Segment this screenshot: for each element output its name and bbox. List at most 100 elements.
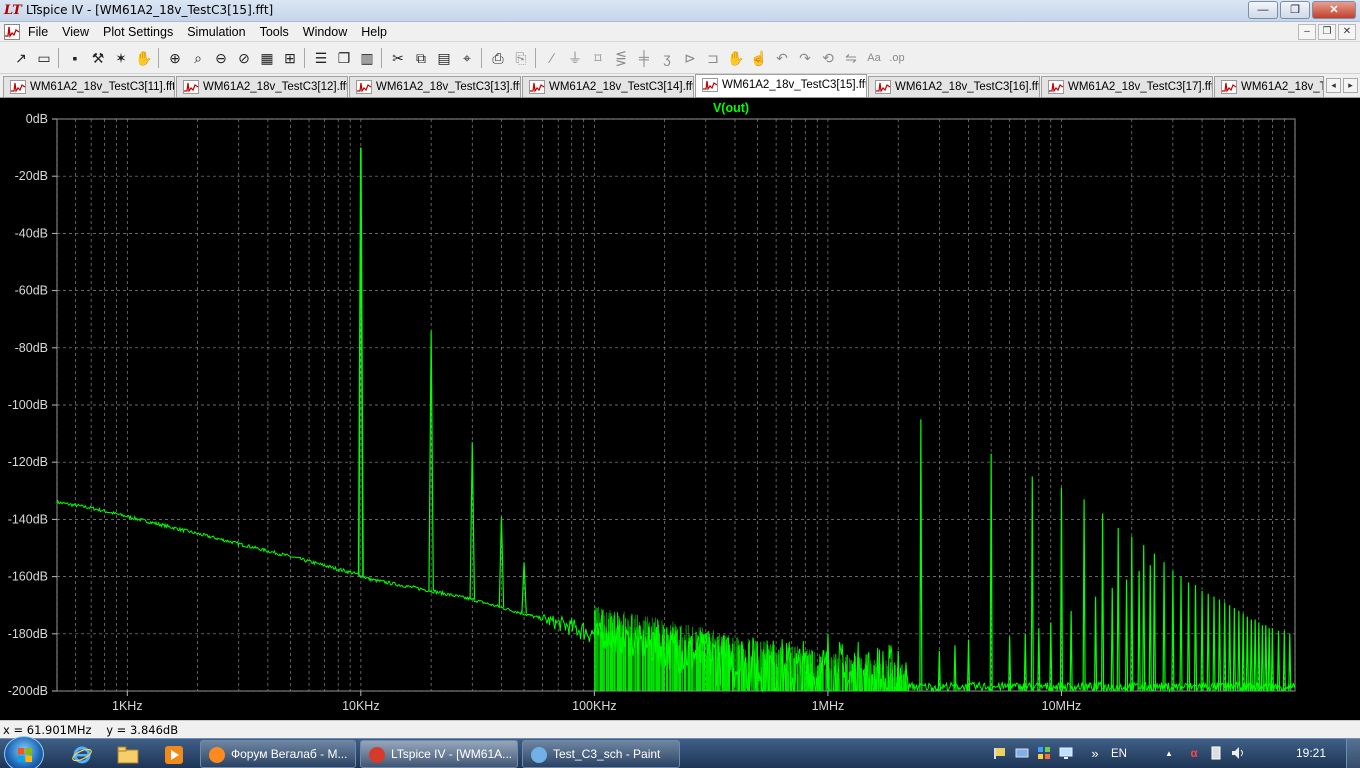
tile-horizontal-icon[interactable]: ☰: [310, 47, 332, 69]
taskbar-task[interactable]: Test_C3_sch - Paint: [522, 740, 680, 768]
volume-icon[interactable]: [1230, 746, 1246, 762]
status-bar: x = 61.901MHz y = 3.846dB: [0, 720, 1360, 738]
diode-icon[interactable]: ⊳: [679, 47, 701, 69]
tab-document[interactable]: WM61A2_18v_TestC3[13].fft: [349, 76, 521, 97]
spectral-peak: [1116, 527, 1120, 692]
label-icon[interactable]: ⌑: [587, 47, 609, 69]
rotate-icon[interactable]: ⟲: [817, 47, 839, 69]
text-icon[interactable]: Aa: [863, 47, 885, 69]
menu-simulation[interactable]: Simulation: [187, 25, 245, 39]
spectral-peak: [1232, 608, 1236, 692]
zoom-fit-icon[interactable]: ⊞: [279, 47, 301, 69]
component-icon[interactable]: ⊐: [702, 47, 724, 69]
run-icon[interactable]: ✶: [110, 47, 132, 69]
menu-plot-settings[interactable]: Plot Settings: [103, 25, 173, 39]
internet-explorer-icon[interactable]: [62, 742, 102, 768]
network-tray-icon[interactable]: [1014, 746, 1030, 762]
tab-document[interactable]: WM61A2_18v_TestC3[16].fft: [868, 76, 1040, 97]
maximize-button[interactable]: ❐: [1280, 1, 1310, 19]
ltspice-logo-icon: LT: [4, 3, 22, 18]
spectral-peak: [1257, 622, 1261, 692]
menu-help[interactable]: Help: [361, 25, 387, 39]
print-preview-icon[interactable]: ⎘: [510, 47, 532, 69]
x-tick-label: 1KHz: [112, 699, 143, 713]
tab-scroll-left-button[interactable]: ◂: [1326, 78, 1341, 93]
y-tick-label: -20dB: [15, 169, 48, 183]
mirror-icon[interactable]: ⇋: [840, 47, 862, 69]
capacitor-icon[interactable]: ╪: [633, 47, 655, 69]
autorange-icon[interactable]: ▦: [256, 47, 278, 69]
display-tray-icon[interactable]: [1058, 746, 1074, 762]
media-player-icon[interactable]: [154, 742, 194, 768]
zoom-pan-icon[interactable]: ⌕: [187, 47, 209, 69]
menu-window[interactable]: Window: [303, 25, 347, 39]
tab-scroll-right-button[interactable]: ▸: [1343, 78, 1358, 93]
mdi-restore-button[interactable]: ❐: [1318, 24, 1336, 40]
save-icon[interactable]: ▪: [64, 47, 86, 69]
open-icon[interactable]: ▭: [33, 47, 55, 69]
redo-icon[interactable]: ↷: [794, 47, 816, 69]
taskbar-task[interactable]: Форум Вегалаб - М...: [200, 740, 356, 768]
waveform-doc-icon: [356, 80, 372, 94]
flag-tray-icon[interactable]: [992, 746, 1008, 762]
tab-document[interactable]: WM61A2_18v_TestC3[14].fft: [522, 76, 694, 97]
waveform-doc-icon: [1221, 80, 1237, 94]
language-indicator[interactable]: EN: [1108, 746, 1130, 762]
menu-tools[interactable]: Tools: [260, 25, 289, 39]
pan-icon[interactable]: ✋: [133, 47, 155, 69]
zoom-in-icon[interactable]: ⊕: [164, 47, 186, 69]
waveform-doc-icon: [1048, 80, 1064, 94]
control-panel-icon[interactable]: ⚒: [87, 47, 109, 69]
menu-file[interactable]: File: [28, 25, 48, 39]
alpha-tray-icon[interactable]: α: [1186, 746, 1202, 762]
y-tick-label: -120dB: [8, 455, 48, 469]
minimize-button[interactable]: —: [1248, 1, 1278, 19]
print-icon[interactable]: ⎙: [487, 47, 509, 69]
tab-document[interactable]: WM61A2_18v_TestC3[11].fft: [3, 76, 175, 97]
inductor-icon[interactable]: ʒ: [656, 47, 678, 69]
tab-document[interactable]: WM61A2_18v_TestC3[15].fft: [695, 74, 867, 97]
clock[interactable]: 19:21: [1296, 746, 1326, 760]
find-icon[interactable]: ⌖: [456, 47, 478, 69]
close-button[interactable]: ✕: [1312, 1, 1356, 19]
firefox-icon: [209, 747, 225, 763]
security-tray-icon[interactable]: [1036, 746, 1052, 762]
tile-vertical-icon[interactable]: ▥: [356, 47, 378, 69]
menu-view[interactable]: View: [62, 25, 89, 39]
waveform-doc-icon: [875, 80, 891, 94]
move-icon[interactable]: ✋: [725, 47, 747, 69]
tray-expand-button[interactable]: »: [1088, 746, 1102, 762]
spice-directive-icon[interactable]: .op: [886, 47, 908, 69]
show-hidden-icons-button[interactable]: ▲: [1162, 746, 1176, 762]
spectral-peak: [1137, 570, 1141, 692]
tab-document[interactable]: WM61A2_18v_T: [1214, 76, 1324, 97]
wire-icon[interactable]: ∕: [541, 47, 563, 69]
plot-window[interactable]: 0dB -20dB -40dB -60dB -80dB -100dB -120dB -140d…: [0, 98, 1360, 720]
mdi-close-button[interactable]: ✕: [1338, 24, 1356, 40]
tab-label: WM61A2_18v_TestC3[13].fft: [376, 81, 521, 93]
show-desktop-button[interactable]: [1346, 739, 1360, 768]
taskbar-task[interactable]: LTspice IV - [WM61A...: [360, 740, 518, 768]
ground-icon[interactable]: ⏚: [564, 47, 586, 69]
tab-label: WM61A2_18v_T: [1241, 81, 1324, 93]
mdi-minimize-button[interactable]: –: [1298, 24, 1316, 40]
spectral-peak: [1110, 588, 1114, 692]
tab-document[interactable]: WM61A2_18v_TestC3[12].fft: [176, 76, 348, 97]
device-tray-icon[interactable]: [1208, 746, 1224, 762]
resistor-icon[interactable]: ⋚: [610, 47, 632, 69]
paste-icon[interactable]: ▤: [433, 47, 455, 69]
waveform-doc-icon[interactable]: [4, 24, 20, 40]
new-schematic-icon[interactable]: ↗: [10, 47, 32, 69]
tab-document[interactable]: WM61A2_18v_TestC3[17].fft: [1041, 76, 1213, 97]
file-explorer-icon[interactable]: [108, 742, 148, 768]
fft-plot[interactable]: 0dB -20dB -40dB -60dB -80dB -100dB -120dB -140d…: [0, 98, 1360, 720]
undo-icon[interactable]: ↶: [771, 47, 793, 69]
copy-icon[interactable]: ⧉: [410, 47, 432, 69]
zoom-out-icon[interactable]: ⊖: [210, 47, 232, 69]
cut-icon[interactable]: ✂: [387, 47, 409, 69]
drag-icon[interactable]: ☝: [748, 47, 770, 69]
start-button[interactable]: [4, 736, 44, 768]
cascade-icon[interactable]: ❐: [333, 47, 355, 69]
zoom-cancel-icon[interactable]: ⊘: [233, 47, 255, 69]
spectral-peak: [1100, 513, 1105, 692]
